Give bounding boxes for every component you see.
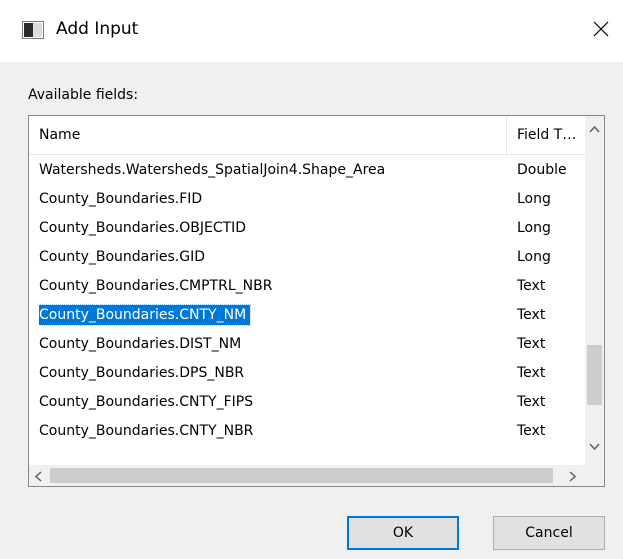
field-name-cell: County_Boundaries.CNTY_FIPS	[39, 394, 254, 410]
list-header: Name Field T…	[29, 116, 585, 155]
field-name-cell: Watersheds.Watersheds_SpatialJoin4.Shape…	[39, 162, 386, 178]
table-row[interactable]: County_Boundaries.DPS_NBR Text	[29, 359, 585, 388]
table-row[interactable]: County_Boundaries.CNTY_FIPS Text	[29, 388, 585, 417]
chevron-up-icon	[589, 125, 600, 133]
table-row[interactable]: County_Boundaries.FID Long	[29, 185, 585, 214]
vertical-scrollbar[interactable]	[585, 116, 604, 465]
ok-button[interactable]: OK	[347, 516, 459, 550]
field-name-cell: County_Boundaries.DPS_NBR	[39, 365, 245, 381]
close-button[interactable]	[581, 8, 623, 50]
table-row[interactable]: Watersheds.Watersheds_SpatialJoin4.Shape…	[29, 156, 585, 185]
list-rows: Watersheds.Watersheds_SpatialJoin4.Shape…	[29, 156, 585, 445]
table-row[interactable]: County_Boundaries.CNTY_NM Text	[29, 301, 585, 330]
chevron-left-icon	[34, 471, 42, 482]
field-name-cell: County_Boundaries.FID	[39, 191, 203, 207]
field-type-cell: Long	[517, 220, 551, 236]
field-type-cell: Text	[517, 365, 546, 381]
chevron-down-icon	[589, 443, 600, 451]
field-type-cell: Text	[517, 307, 546, 323]
available-fields-label: Available fields:	[28, 87, 139, 103]
table-row[interactable]: County_Boundaries.CMPTRL_NBR Text	[29, 272, 585, 301]
field-type-cell: Long	[517, 191, 551, 207]
table-row[interactable]: County_Boundaries.OBJECTID Long	[29, 214, 585, 243]
horizontal-scroll-thumb[interactable]	[50, 468, 553, 483]
table-row[interactable]: County_Boundaries.GID Long	[29, 243, 585, 272]
field-name-cell: County_Boundaries.CMPTRL_NBR	[39, 278, 273, 294]
cancel-button[interactable]: Cancel	[493, 516, 605, 550]
column-header-name[interactable]: Name	[29, 116, 507, 154]
column-header-field-type[interactable]: Field T…	[507, 116, 585, 154]
table-row[interactable]: County_Boundaries.CNTY_NBR Text	[29, 417, 585, 445]
vertical-scroll-thumb[interactable]	[587, 345, 602, 405]
field-type-cell: Long	[517, 249, 551, 265]
window-title: Add Input	[56, 19, 139, 39]
field-name-cell: County_Boundaries.OBJECTID	[39, 220, 247, 236]
field-type-cell: Text	[517, 394, 546, 410]
field-type-cell: Double	[517, 162, 567, 178]
dialog-body: Available fields: Name Field T… Watershe…	[0, 62, 623, 559]
table-row[interactable]: County_Boundaries.DIST_NM Text	[29, 330, 585, 359]
chevron-right-icon	[569, 471, 577, 482]
title-bar: Add Input	[0, 0, 623, 62]
scrollbar-corner	[585, 465, 604, 486]
close-icon	[593, 21, 609, 37]
field-type-cell: Text	[517, 278, 546, 294]
scroll-left-button[interactable]	[30, 466, 49, 485]
field-name-cell: County_Boundaries.CNTY_NBR	[39, 423, 254, 439]
scroll-right-button[interactable]	[565, 466, 584, 485]
field-type-cell: Text	[517, 336, 546, 352]
field-name-cell: County_Boundaries.DIST_NM	[39, 336, 242, 352]
available-fields-list[interactable]: Name Field T… Watersheds.Watersheds_Spat…	[28, 115, 605, 487]
field-name-cell: County_Boundaries.GID	[39, 249, 206, 265]
horizontal-scrollbar[interactable]	[29, 465, 585, 486]
field-name-cell: County_Boundaries.CNTY_NM	[39, 301, 499, 330]
application-window-icon	[22, 21, 44, 39]
scroll-up-button[interactable]	[585, 120, 604, 139]
scroll-down-button[interactable]	[585, 438, 604, 457]
field-type-cell: Text	[517, 423, 546, 439]
